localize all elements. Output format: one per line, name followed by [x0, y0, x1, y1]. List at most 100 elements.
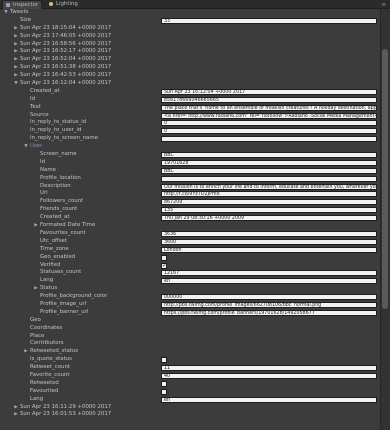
value-field[interactable]: 11	[161, 365, 377, 372]
tree-row[interactable]: ▶ Sun Apr 23 16:01:53 +0000 2017	[0, 411, 380, 419]
tree-row[interactable]: In_reply_to_screen_name	[0, 135, 380, 143]
tree-row[interactable]: Statuses_count 12167	[0, 269, 380, 277]
tree-row[interactable]: Profile_location	[0, 175, 380, 183]
tab-inspector[interactable]: Inspector	[2, 0, 43, 9]
value-field[interactable]: The place that's 'home to an ensemble of…	[161, 104, 377, 111]
tree-row[interactable]: Id 19701628	[0, 159, 380, 167]
value-field[interactable]: Thu Jan 29 08:30:16 +0000 2009	[161, 215, 377, 222]
collapsed-arrow-icon[interactable]: ▶	[13, 64, 19, 72]
value-field[interactable]: 12167	[161, 270, 377, 277]
checkbox[interactable]	[161, 380, 167, 387]
tree-row[interactable]: Created_at Sun Apr 23 16:12:04 +0000 2017	[0, 88, 380, 96]
tree-row[interactable]: Id 856178669046665665	[0, 96, 380, 104]
tree-row[interactable]: Utc_offset 3600	[0, 238, 380, 246]
tab-lighting[interactable]: Lighting	[46, 0, 81, 8]
collapsed-arrow-icon[interactable]: ▶	[13, 48, 19, 56]
tree-row[interactable]: ▶ Sun Apr 23 16:52:17 +0000 2017	[0, 48, 380, 56]
value-field[interactable]: 135	[161, 207, 377, 214]
tree-row[interactable]: Screen_name BBC	[0, 151, 380, 159]
tree-row[interactable]: Description Our mission is to enrich your…	[0, 183, 380, 191]
value-field[interactable]: en	[161, 396, 377, 403]
tree-row[interactable]: In_reply_to_status_id 0	[0, 119, 380, 127]
value-field[interactable]: 19701628	[161, 159, 377, 166]
tree-row[interactable]: Retweet_count 11	[0, 364, 380, 372]
tree-row[interactable]: Geo	[0, 317, 380, 325]
tree-row[interactable]: Verified	[0, 262, 380, 270]
tree-row[interactable]: ▶ Sun Apr 23 16:11:29 +0000 2017	[0, 404, 380, 412]
tree-row[interactable]: Text The place that's 'home to an ensembl…	[0, 104, 380, 112]
value-field[interactable]: http://t.co/9Yz7D2JPmo	[161, 191, 377, 198]
value-field[interactable]	[161, 175, 377, 182]
tree-row[interactable]: Url http://t.co/9Yz7D2JPmo	[0, 190, 380, 198]
value-field[interactable]: London	[161, 246, 377, 253]
tree-row[interactable]: Profile_image_url http://pbs.twimg.com/pr…	[0, 301, 380, 309]
tree-row[interactable]: Contributors	[0, 340, 380, 348]
collapsed-arrow-icon[interactable]: ▶	[23, 348, 29, 356]
tree-row[interactable]: Source <a href="http://www.radian6.com" r…	[0, 112, 380, 120]
value-field[interactable]: https://pbs.twimg.com/profile_banners/19…	[161, 309, 377, 316]
expanded-arrow-icon[interactable]: ▼	[13, 80, 19, 88]
tree-row[interactable]: Geo_enabled	[0, 254, 380, 262]
tree-row[interactable]: ▼ User	[0, 143, 380, 151]
collapsed-arrow-icon[interactable]: ▶	[33, 285, 39, 293]
collapsed-arrow-icon[interactable]: ▶	[13, 56, 19, 64]
collapsed-arrow-icon[interactable]: ▶	[13, 72, 19, 80]
checkbox[interactable]	[161, 388, 167, 395]
checkbox[interactable]	[161, 254, 167, 261]
value-field[interactable]: 000000	[161, 294, 377, 301]
value-field[interactable]: en	[161, 278, 377, 285]
tree-row[interactable]: Lang en	[0, 277, 380, 285]
tab-menu-icon[interactable]: ≡	[382, 2, 386, 8]
tree-row[interactable]: Favorite_count 40	[0, 372, 380, 380]
value-field[interactable]	[161, 136, 377, 143]
collapsed-arrow-icon[interactable]: ▶	[13, 411, 19, 419]
collapsed-arrow-icon[interactable]: ▶	[33, 222, 39, 230]
tree-row[interactable]: Profile_background_color 000000	[0, 293, 380, 301]
tree-row[interactable]: ▶ Sun Apr 23 17:46:05 +0000 2017	[0, 33, 380, 41]
value-field[interactable]: 856178669046665665	[161, 96, 377, 103]
value-field[interactable]: 3600	[161, 238, 377, 245]
tree-row[interactable]: ▶ Retweeted_status	[0, 348, 380, 356]
tree-row[interactable]: Lang en	[0, 396, 380, 404]
collapsed-arrow-icon[interactable]: ▶	[13, 41, 19, 49]
collapsed-arrow-icon[interactable]: ▶	[13, 33, 19, 41]
tree-row[interactable]: Name BBC	[0, 167, 380, 175]
value-field[interactable]: 33	[161, 17, 377, 24]
value-field[interactable]: <a href="http://www.radian6.com" rel="no…	[161, 112, 377, 119]
tree-row[interactable]: Place	[0, 333, 380, 341]
tree-row[interactable]: ▶ Status	[0, 285, 380, 293]
tree-row[interactable]: ▶ Sun Apr 23 18:15:04 +0000 2017	[0, 25, 380, 33]
tree-row[interactable]: Profile_banner_url https://pbs.twimg.com/…	[0, 309, 380, 317]
tree-row[interactable]: Retweeted	[0, 380, 380, 388]
vertical-scrollbar[interactable]	[380, 9, 390, 430]
tree-row[interactable]: Size 33	[0, 17, 380, 25]
tree-row[interactable]: ▼ Sun Apr 23 16:12:04 +0000 2017	[0, 80, 380, 88]
collapsed-arrow-icon[interactable]: ▶	[13, 25, 19, 33]
tree-row[interactable]: In_reply_to_user_id 0	[0, 127, 380, 135]
tree-row[interactable]: Time_zone London	[0, 246, 380, 254]
value-field[interactable]: 0	[161, 120, 377, 127]
checkbox[interactable]	[161, 262, 167, 269]
tree-row[interactable]: Is_quote_status	[0, 356, 380, 364]
tree-row[interactable]: Coordinates	[0, 325, 380, 333]
tree-row[interactable]: ▶ Sun Apr 23 16:42:53 +0000 2017	[0, 72, 380, 80]
collapsed-arrow-icon[interactable]: ▶	[13, 404, 19, 412]
expanded-arrow-icon[interactable]: ▼	[23, 143, 29, 151]
value-field[interactable]: 867209	[161, 199, 377, 206]
value-field[interactable]: Our mission is to enrich your life and t…	[161, 183, 377, 190]
scrollbar-thumb[interactable]	[382, 49, 388, 309]
expanded-arrow-icon[interactable]: ▼	[3, 9, 9, 17]
value-field[interactable]: Sun Apr 23 16:12:04 +0000 2017	[161, 88, 377, 95]
value-field[interactable]: BBC	[161, 152, 377, 159]
value-field[interactable]: 3636	[161, 230, 377, 237]
tree-row[interactable]: Created_at Thu Jan 29 08:30:16 +0000 2009	[0, 214, 380, 222]
tree-row[interactable]: ▼ Tweets	[0, 9, 380, 17]
tree-row[interactable]: Favourited	[0, 388, 380, 396]
value-field[interactable]: BBC	[161, 167, 377, 174]
value-field[interactable]: http://pbs.twimg.com/profile_images/6627…	[161, 301, 377, 308]
value-field[interactable]: 0	[161, 128, 377, 135]
tree-row[interactable]: ▶ Sun Apr 23 16:58:56 +0000 2017	[0, 41, 380, 49]
tree-row[interactable]: Friends_count 135	[0, 206, 380, 214]
tree-row[interactable]: ▶ Sun Apr 23 16:52:04 +0000 2017	[0, 56, 380, 64]
tree-row[interactable]: ▶ Sun Apr 23 16:51:38 +0000 2017	[0, 64, 380, 72]
